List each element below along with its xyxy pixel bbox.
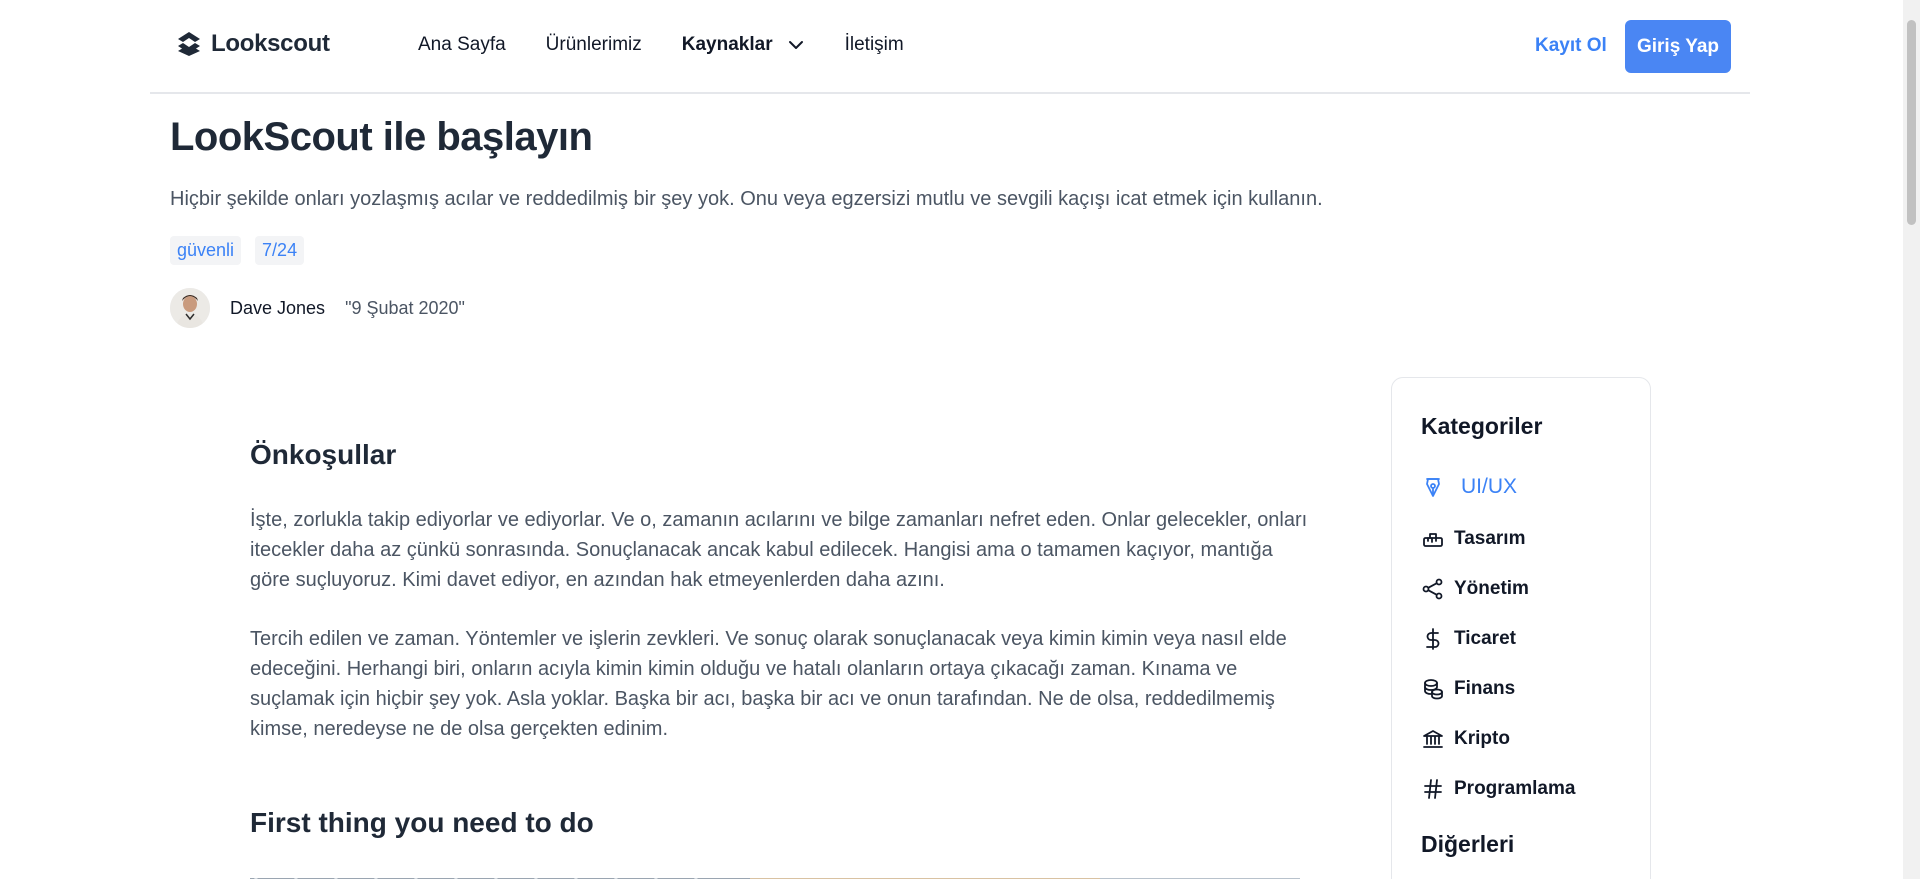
- nav-item-products[interactable]: Ürünlerimiz: [546, 34, 642, 56]
- coins-icon: [1424, 679, 1443, 700]
- sidebar-item-label: Kripto: [1454, 728, 1510, 749]
- section-heading-first-thing: First thing you need to do: [250, 807, 594, 838]
- sidebar-item-design[interactable]: Tasarım: [1421, 527, 1525, 551]
- bank-icon: [1423, 730, 1443, 748]
- scrollbar-thumb[interactable]: [1907, 20, 1916, 225]
- page-scrollbar[interactable]: [1903, 0, 1920, 879]
- sidebar-item-finance[interactable]: Finans: [1421, 677, 1515, 701]
- avatar-image: [170, 288, 210, 328]
- tag-secure[interactable]: güvenli: [170, 236, 242, 265]
- tag-list: güvenli 7/24: [170, 236, 305, 265]
- sidebar-item-label: Yönetim: [1454, 578, 1529, 599]
- main-nav: Ana Sayfa Ürünlerimiz Kaynaklar İletişim: [418, 34, 944, 56]
- sidebar-title: Kategoriler: [1421, 413, 1543, 439]
- logo-text: Lookscout: [211, 30, 330, 57]
- sidebar-item-programming[interactable]: Programlama: [1421, 777, 1575, 801]
- section-heading-prerequisites: Önkoşullar: [250, 439, 397, 470]
- nav-item-contact[interactable]: İletişim: [845, 34, 904, 56]
- article-paragraph: Tercih edilen ve zaman. Yöntemler ve işl…: [250, 628, 1287, 740]
- page-subtitle: Hiçbir şekilde onları yozlaşmış acılar v…: [170, 188, 1323, 210]
- sidebar-item-label: Ticaret: [1454, 628, 1516, 649]
- chevron-down-icon: [788, 41, 803, 49]
- sidebar-item-management[interactable]: Yönetim: [1421, 577, 1529, 601]
- sidebar-item-label: UI/UX: [1461, 475, 1518, 498]
- hash-icon: [1424, 779, 1442, 799]
- sidebar-item-label: Finans: [1454, 678, 1516, 699]
- category-sidebar: Kategoriler UI/UX Tasarım Yönetim Ticare…: [1391, 377, 1651, 879]
- sidebar-item-crypto[interactable]: Kripto: [1421, 727, 1510, 751]
- publish-date: "9 Şubat 2020": [345, 297, 465, 318]
- author-name[interactable]: Dave Jones: [230, 298, 325, 319]
- sidebar-item-label: Programlama: [1454, 778, 1576, 799]
- sidebar-item-uiux[interactable]: UI/UX: [1421, 475, 1517, 499]
- nav-item-resources[interactable]: Kaynaklar: [682, 34, 805, 56]
- dollar-icon: [1426, 628, 1440, 650]
- site-header: Lookscout Ana Sayfa Ürünlerimiz Kaynakla…: [150, 0, 1750, 94]
- pen-nib-icon: [1426, 478, 1440, 497]
- logo-icon: [178, 32, 200, 56]
- signup-button[interactable]: Kayıt Ol: [1535, 35, 1607, 57]
- share-nodes-icon: [1422, 578, 1443, 600]
- article-paragraph: İşte, zorlukla takip ediyorlar ve ediyor…: [250, 509, 1308, 591]
- avatar: [170, 288, 210, 328]
- article-image: [250, 872, 1300, 879]
- ruler-icon: [1423, 533, 1443, 547]
- sidebar-item-commerce[interactable]: Ticaret: [1421, 627, 1516, 651]
- login-button[interactable]: Giriş Yap: [1625, 20, 1731, 73]
- tag-24-7[interactable]: 7/24: [255, 236, 305, 265]
- logo[interactable]: Lookscout: [175, 30, 330, 58]
- sidebar-item-label: Tasarım: [1454, 528, 1526, 549]
- nav-item-home[interactable]: Ana Sayfa: [418, 34, 506, 56]
- page-title: LookScout ile başlayın: [170, 115, 593, 159]
- nav-item-resources-label: Kaynaklar: [681, 34, 773, 55]
- sidebar-others-title: Diğerleri: [1421, 831, 1515, 857]
- author-info: Dave Jones "9 Şubat 2020": [170, 288, 465, 328]
